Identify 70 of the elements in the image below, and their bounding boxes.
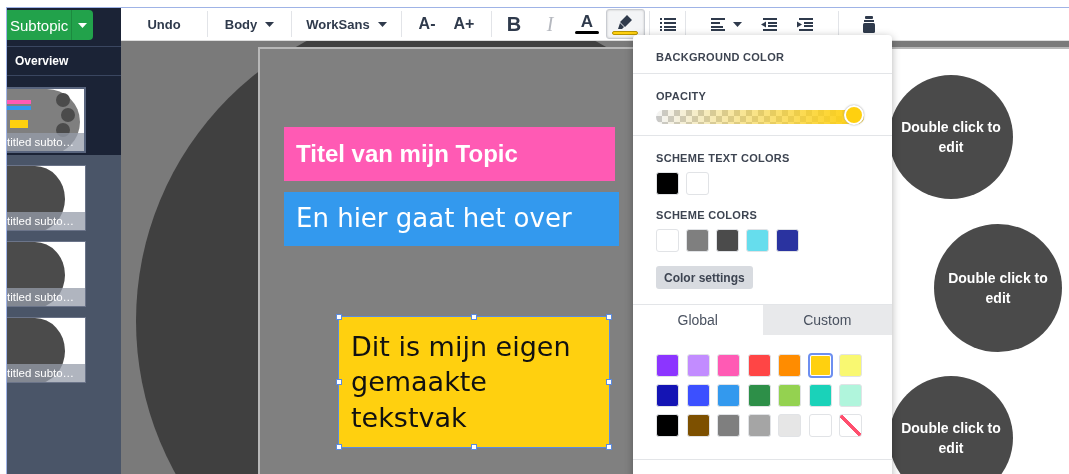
color-swatch[interactable]	[656, 384, 679, 407]
color-swatch[interactable]	[686, 229, 709, 252]
resize-handle[interactable]	[606, 444, 612, 450]
color-swatch[interactable]	[747, 384, 771, 407]
increase-font-button[interactable]: A+	[444, 9, 484, 39]
dropdown-button[interactable]: WorkSans	[297, 9, 396, 39]
resize-handle[interactable]	[471, 314, 477, 320]
color-swatch[interactable]	[747, 354, 771, 377]
color-swatch[interactable]	[776, 229, 799, 252]
resize-handle[interactable]	[336, 444, 342, 450]
color-swatch[interactable]	[717, 414, 740, 437]
undo-button[interactable]: Undo	[138, 9, 190, 39]
dropdown-button[interactable]: Body	[215, 9, 284, 39]
outdent-icon	[760, 17, 777, 31]
color-swatch[interactable]	[778, 414, 801, 437]
color-swatch[interactable]	[656, 229, 679, 252]
color-swatch[interactable]	[686, 414, 710, 437]
marker-icon	[616, 13, 635, 30]
section-label: SCHEME TEXT COLORS	[656, 152, 791, 164]
section-label: OPACITY	[656, 90, 708, 102]
resize-handle[interactable]	[606, 379, 612, 385]
resize-handle[interactable]	[336, 314, 342, 320]
color-swatch[interactable]	[686, 172, 709, 195]
text-color-button[interactable]: A	[568, 9, 606, 39]
caret-icon	[78, 22, 88, 28]
no-color-swatch[interactable]	[839, 414, 862, 437]
indent-icon	[796, 17, 813, 31]
color-swatch[interactable]	[747, 414, 771, 437]
color-swatch[interactable]	[656, 172, 679, 195]
thumbnail-caption: titled subto…	[7, 288, 85, 306]
tab[interactable]: Custom	[762, 305, 892, 335]
color-swatch[interactable]	[839, 354, 862, 377]
color-swatch[interactable]	[839, 384, 862, 407]
thumbnail-caption: titled subto…	[7, 212, 85, 230]
thumbnail-caption: titled subto…	[7, 364, 85, 382]
color-swatch[interactable]	[808, 414, 832, 437]
color-swatch[interactable]	[778, 354, 801, 377]
dropdown-button[interactable]	[71, 10, 94, 40]
slide-thumbnail[interactable]: titled subto…	[7, 165, 86, 231]
panel-title: BACKGROUND COLOR	[656, 51, 786, 63]
bold-button[interactable]: B	[496, 9, 532, 39]
color-swatch[interactable]	[686, 384, 710, 407]
jar-icon	[863, 15, 875, 33]
overview-item[interactable]: Overview	[7, 47, 121, 76]
slide-thumbnail[interactable]: titled subto…	[7, 317, 86, 383]
caret-icon	[732, 21, 742, 27]
color-swatch[interactable]	[717, 384, 740, 407]
slide-thumbnail[interactable]: titled subto…	[7, 241, 86, 307]
caret-icon	[377, 21, 387, 27]
align-left-icon	[710, 17, 725, 31]
slider-thumb[interactable]	[844, 105, 864, 125]
highlight-button[interactable]	[605, 9, 645, 39]
section-label: SCHEME COLORS	[656, 209, 759, 221]
list-icon	[659, 17, 676, 31]
resize-handle[interactable]	[336, 379, 342, 385]
color-swatch[interactable]	[656, 414, 679, 437]
color-swatch[interactable]	[656, 354, 679, 377]
color-swatch[interactable]	[746, 229, 769, 252]
decrease-font-button[interactable]: A-	[409, 9, 445, 39]
color-swatch[interactable]	[686, 354, 710, 377]
color-swatch[interactable]	[778, 384, 801, 407]
text-box[interactable]: Dit is mijn eigen gemaakte tekstvak	[339, 317, 609, 447]
color-swatch[interactable]	[717, 354, 740, 377]
thumbnail-caption: titled subto…	[7, 133, 84, 151]
caret-icon	[265, 21, 275, 27]
color-swatch[interactable]	[716, 229, 739, 252]
resize-handle[interactable]	[606, 314, 612, 320]
resize-handle[interactable]	[471, 444, 477, 450]
color-swatch[interactable]	[808, 384, 832, 407]
color-settings-button[interactable]: Color settings	[656, 266, 753, 289]
